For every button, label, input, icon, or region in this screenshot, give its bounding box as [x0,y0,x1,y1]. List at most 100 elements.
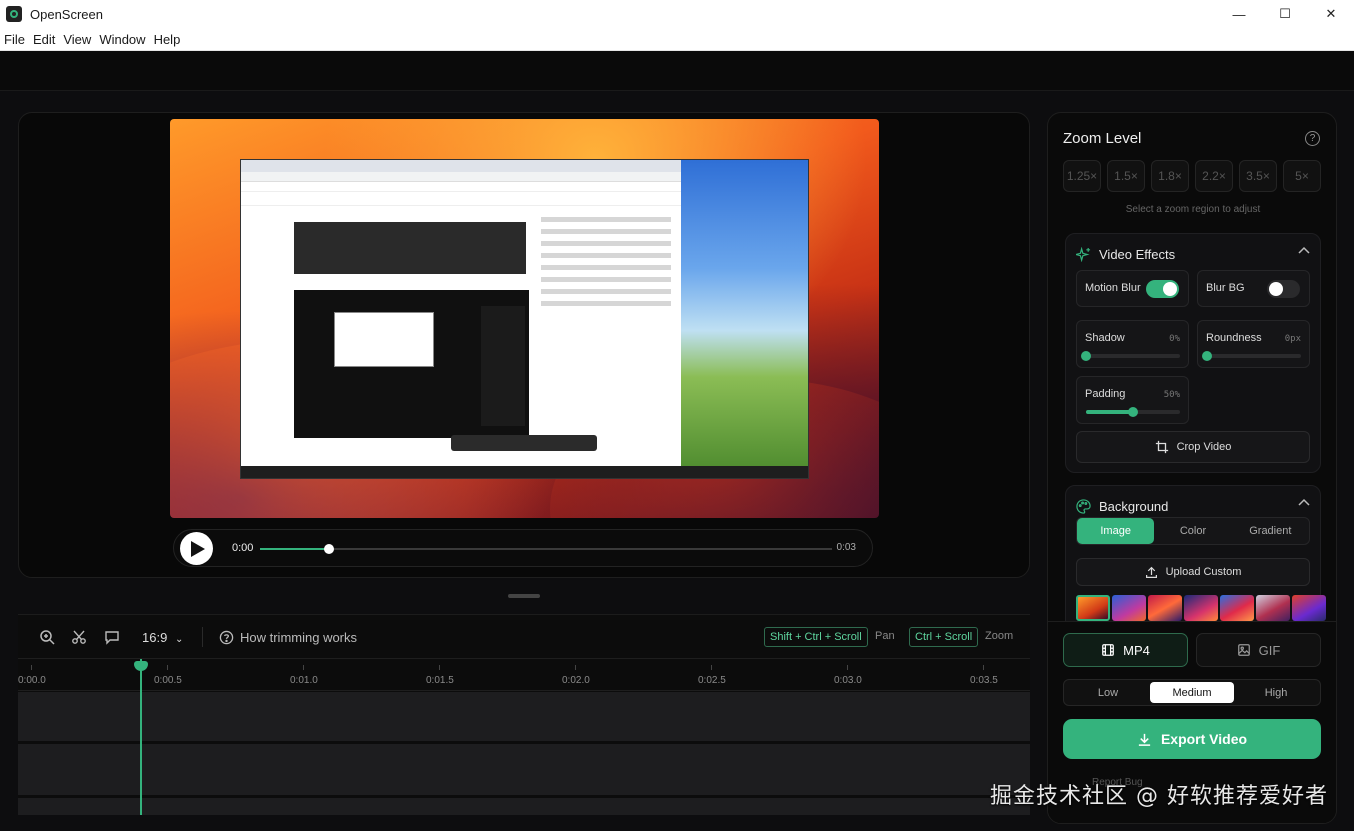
maximize-button[interactable]: ☐ [1262,0,1308,28]
menu-view[interactable]: View [59,32,95,47]
browser-tabs [241,160,681,172]
ruler-tick [847,665,848,670]
wallpaper-thumb[interactable] [1256,595,1290,621]
zoom-in-icon[interactable] [38,628,56,646]
toolbar-divider [202,627,203,647]
close-button[interactable]: ✕ [1308,0,1354,28]
pan-label: Pan [875,630,895,642]
slider-handle[interactable] [1128,407,1138,417]
padding-slider[interactable] [1086,407,1180,417]
scissors-icon[interactable] [70,628,88,646]
annotation-icon[interactable] [103,628,121,646]
video-effects-header[interactable]: Video Effects [1076,244,1175,264]
scrub-progress [260,548,329,550]
zoom-option-5[interactable]: 5× [1283,160,1321,192]
scrub-bar[interactable] [260,544,832,554]
quality-medium[interactable]: Medium [1150,682,1234,703]
upload-icon [1145,566,1157,578]
ruler-tick [31,665,32,670]
title-bar: OpenScreen — ☐ ✕ [0,0,1354,28]
aspect-ratio-value: 16:9 [142,630,168,645]
play-button[interactable] [180,532,213,565]
ruler-tick [575,665,576,670]
zoom-option-3-5[interactable]: 3.5× [1239,160,1277,192]
video-effects-title: Video Effects [1099,246,1176,262]
list-line [541,265,671,270]
wallpaper-thumb[interactable] [1076,595,1110,621]
motion-blur-toggle[interactable] [1146,280,1179,298]
zoom-option-1-25[interactable]: 1.25× [1063,160,1101,192]
upload-custom-label: Upload Custom [1165,566,1242,578]
wallpaper-thumb[interactable] [1184,595,1218,621]
playhead[interactable] [133,659,148,815]
browser-nav [241,192,681,206]
quality-high[interactable]: High [1234,682,1318,703]
list-line [541,253,671,258]
roundness-card: Roundness 0px [1197,320,1310,368]
video-preview[interactable] [170,119,879,518]
palette-icon [1076,498,1091,514]
blur-bg-card: Blur BG [1197,270,1310,307]
timeline-ruler[interactable]: 0:00.0 0:00.5 0:01.0 0:01.5 0:02.0 0:02.5 0:03… [18,659,1030,691]
zoom-option-2-2[interactable]: 2.2× [1195,160,1233,192]
wallpaper-thumb[interactable] [1112,595,1146,621]
scrub-handle[interactable] [323,544,334,554]
menu-window[interactable]: Window [95,32,149,47]
menu-edit[interactable]: Edit [29,32,59,47]
menu-file[interactable]: File [0,32,29,47]
timeline-track[interactable] [18,798,1030,815]
ruler-tick [167,665,168,670]
ruler-tick [983,665,984,670]
chevron-up-icon[interactable] [1298,246,1310,254]
timeline-track[interactable] [18,744,1030,795]
roundness-slider[interactable] [1202,351,1301,361]
blur-bg-toggle[interactable] [1267,280,1300,298]
list-line [541,277,671,282]
zoom-level-options: 1.25× 1.5× 1.8× 2.2× 3.5× 5× [1063,160,1321,192]
film-icon [1102,644,1114,656]
export-video-button[interactable]: Export Video [1063,719,1321,759]
menu-help[interactable]: Help [150,32,185,47]
aspect-ratio-select[interactable]: 16:9 ⌄ [142,630,183,645]
how-trimming-link[interactable]: How trimming works [219,627,357,647]
zoom-option-1-8[interactable]: 1.8× [1151,160,1189,192]
quality-low[interactable]: Low [1066,682,1150,703]
background-type-tabs: Image Color Gradient [1076,517,1310,545]
tab-gradient[interactable]: Gradient [1232,518,1309,544]
ruler-tick-label: 0:01.5 [426,675,454,686]
format-gif-button[interactable]: GIF [1196,633,1321,667]
background-title: Background [1099,498,1169,514]
ruler-tick-label: 0:00.0 [18,675,46,686]
format-mp4-button[interactable]: MP4 [1063,633,1188,667]
wallpaper-thumb[interactable] [1292,595,1326,621]
embedded-dialog [294,222,526,274]
recorded-screen [240,159,809,479]
slider-handle[interactable] [1081,351,1091,361]
wallpaper-thumbnails [1076,595,1326,621]
background-header[interactable]: Background [1076,496,1168,516]
tab-color[interactable]: Color [1154,518,1231,544]
app-logo-icon [6,6,22,22]
slider-handle[interactable] [1202,351,1212,361]
crop-icon [1155,440,1168,454]
timeline-track[interactable] [18,692,1030,741]
shadow-slider[interactable] [1081,351,1180,361]
toggle-knob [1269,282,1283,296]
upload-custom-button[interactable]: Upload Custom [1076,558,1310,586]
zoom-label: Zoom [985,630,1014,642]
list-line [541,301,671,306]
help-icon[interactable]: ? [1305,131,1320,146]
zoom-hint: Select a zoom region to adjust [1125,204,1261,215]
resize-handle[interactable] [508,594,540,598]
chevron-down-icon: ⌄ [174,634,184,645]
minimize-button[interactable]: — [1216,0,1262,28]
duration: 0:03 [836,542,856,553]
pan-shortcut-badge: Shift + Ctrl + Scroll [764,627,868,647]
crop-video-button[interactable]: Crop Video [1076,431,1310,463]
tab-image[interactable]: Image [1077,518,1155,544]
wallpaper-thumb[interactable] [1148,595,1182,621]
zoom-option-1-5[interactable]: 1.5× [1107,160,1145,192]
wallpaper-thumb[interactable] [1220,595,1254,621]
roundness-label: Roundness [1206,332,1262,344]
chevron-up-icon[interactable] [1298,498,1310,506]
